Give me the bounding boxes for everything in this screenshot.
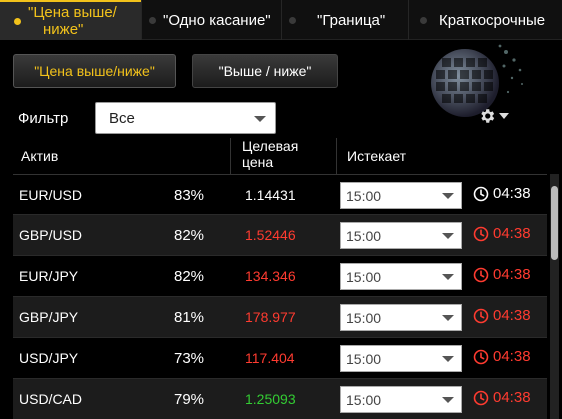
clock-icon <box>473 186 489 201</box>
time-remaining-value: 04:38 <box>493 389 531 406</box>
tab-high-low-label: "Цена выше/ ниже" <box>28 4 117 38</box>
time-remaining-value: 04:38 <box>493 307 531 324</box>
expiry-value: 15:00 <box>346 268 382 285</box>
target-price: 1.52446 <box>245 227 296 243</box>
expiry-value: 15:00 <box>346 187 382 204</box>
time-remaining: 04:38 <box>473 307 531 324</box>
tab-one-touch-label: "Одно касание" <box>163 11 271 29</box>
tab-dot-icon <box>289 16 296 24</box>
asset-symbol: GBP/USD <box>19 227 83 243</box>
header-asset: Актив <box>21 148 59 164</box>
expiry-value: 15:00 <box>346 350 382 367</box>
asset-symbol: USD/CAD <box>19 391 83 407</box>
tab-high-low-label-line2: ниже" <box>43 21 84 38</box>
scrollbar-thumb[interactable] <box>551 186 558 260</box>
chevron-down-icon <box>442 356 454 362</box>
expiry-select[interactable]: 15:00 <box>340 182 462 209</box>
clock-icon <box>473 349 489 364</box>
target-price: 134.346 <box>245 268 296 284</box>
expiry-select[interactable]: 15:00 <box>340 304 462 331</box>
tab-short-term[interactable]: Краткосрочные <box>409 0 562 40</box>
highlow-button[interactable]: "Цена выше/ниже" <box>13 54 176 88</box>
asset-symbol: EUR/USD <box>19 187 83 203</box>
asset-symbol: EUR/JPY <box>19 268 79 284</box>
chevron-down-icon <box>442 274 454 280</box>
expiry-select[interactable]: 15:00 <box>340 345 462 372</box>
asset-table: EUR/USD 83% 1.14431 15:00 04:38 GBP/USD 82% 1.5… <box>13 174 547 419</box>
chevron-down-icon <box>442 233 454 239</box>
target-price: 117.404 <box>245 350 295 366</box>
filter-select[interactable]: Все <box>95 102 276 134</box>
table-header: Актив Целевая цена Истекает <box>0 138 562 174</box>
target-price: 178.977 <box>245 309 296 325</box>
expiry-value: 15:00 <box>346 391 382 408</box>
clock-icon <box>473 267 489 282</box>
header-divider <box>230 138 231 174</box>
table-row[interactable]: USD/CAD 79% 1.25093 15:00 04:38 <box>13 379 547 419</box>
payout-percent: 82% <box>174 227 205 244</box>
payout-percent: 81% <box>174 309 205 326</box>
clock-icon <box>473 226 489 241</box>
expiry-value: 15:00 <box>346 309 382 326</box>
expiry-select[interactable]: 15:00 <box>340 263 462 290</box>
time-remaining: 04:38 <box>473 225 531 242</box>
time-remaining: 04:38 <box>473 348 531 365</box>
header-target-price-line1: Целевая <box>242 138 299 154</box>
clock-icon <box>473 308 489 323</box>
table-row[interactable]: GBP/JPY 81% 178.977 15:00 04:38 <box>13 297 547 338</box>
time-remaining: 04:38 <box>473 266 531 283</box>
asset-symbol: USD/JPY <box>19 350 79 366</box>
tab-one-touch[interactable]: "Одно касание" <box>142 0 281 40</box>
header-divider <box>336 138 337 174</box>
chevron-down-icon <box>499 113 509 119</box>
payout-percent: 83% <box>174 187 205 204</box>
target-price: 1.25093 <box>245 391 296 407</box>
chevron-down-icon <box>442 193 454 199</box>
clock-icon <box>473 390 489 405</box>
chevron-down-icon <box>254 116 266 122</box>
expiry-select[interactable]: 15:00 <box>340 386 462 413</box>
updown-button[interactable]: "Выше / ниже" <box>192 54 338 88</box>
tab-boundary[interactable]: "Граница" <box>282 0 408 40</box>
tab-dot-icon <box>149 16 156 24</box>
tab-boundary-label: "Граница" <box>317 11 386 29</box>
chevron-down-icon <box>442 397 454 403</box>
table-row[interactable]: EUR/USD 83% 1.14431 15:00 04:38 <box>13 174 547 215</box>
tab-high-low-label-line1: "Цена выше/ <box>28 4 117 21</box>
header-target-price: Целевая цена <box>242 138 298 170</box>
time-remaining-value: 04:38 <box>493 185 531 202</box>
chevron-down-icon <box>442 315 454 321</box>
expiry-value: 15:00 <box>346 227 382 244</box>
time-remaining: 04:38 <box>473 185 531 202</box>
table-row[interactable]: EUR/JPY 82% 134.346 15:00 04:38 <box>13 256 547 297</box>
active-dot-icon <box>14 17 21 25</box>
payout-percent: 73% <box>174 350 205 367</box>
tab-high-low[interactable]: "Цена выше/ ниже" <box>0 0 141 40</box>
tab-dot-icon <box>420 16 427 24</box>
header-target-price-line2: цена <box>242 154 274 170</box>
table-row[interactable]: GBP/USD 82% 1.52446 15:00 04:38 <box>13 215 547 256</box>
time-remaining-value: 04:38 <box>493 266 531 283</box>
top-tabs: "Цена выше/ ниже" "Одно касание" "Границ… <box>0 0 562 40</box>
expiry-select[interactable]: 15:00 <box>340 222 462 249</box>
table-row[interactable]: USD/JPY 73% 117.404 15:00 04:38 <box>13 338 547 379</box>
gear-icon <box>481 109 495 123</box>
payout-percent: 82% <box>174 268 205 285</box>
filter-label: Фильтр <box>18 110 69 127</box>
time-remaining-value: 04:38 <box>493 348 531 365</box>
settings-button[interactable] <box>478 105 518 127</box>
filter-value: Все <box>109 109 135 127</box>
target-price: 1.14431 <box>245 187 296 203</box>
asset-symbol: GBP/JPY <box>19 309 79 325</box>
payout-percent: 79% <box>174 391 205 408</box>
tab-short-term-label: Краткосрочные <box>439 11 546 29</box>
header-expires: Истекает <box>347 148 407 164</box>
time-remaining-value: 04:38 <box>493 225 531 242</box>
time-remaining: 04:38 <box>473 389 531 406</box>
